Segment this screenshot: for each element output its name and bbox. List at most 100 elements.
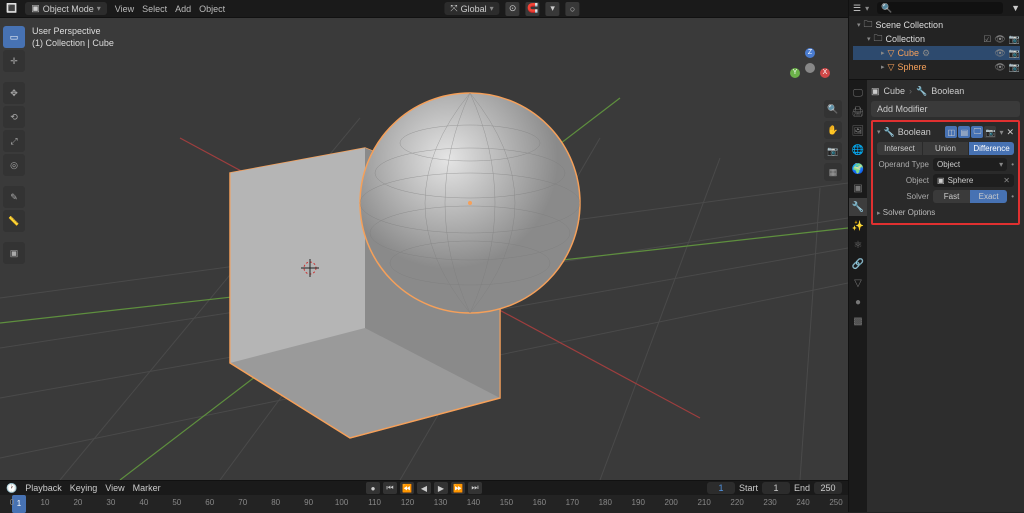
tab-output[interactable]: 🖨 — [849, 103, 867, 121]
tool-move[interactable]: ✥ — [3, 82, 25, 104]
add-modifier-dropdown[interactable]: Add Modifier — [871, 101, 1020, 117]
tab-object[interactable]: ▣ — [849, 179, 867, 197]
disclosure-icon[interactable]: ▾ — [857, 21, 861, 29]
jump-start-icon[interactable]: ⏮ — [383, 482, 397, 494]
tool-scale[interactable]: ⤢ — [3, 130, 25, 152]
editor-type-icon[interactable]: 🔳 — [6, 3, 17, 14]
tool-add-cube[interactable]: ▣ — [3, 242, 25, 264]
gizmo-y-axis[interactable]: Y — [790, 68, 800, 78]
render-icon[interactable]: 📷 — [1009, 34, 1020, 45]
wrench-icon: 🔧 — [884, 127, 895, 138]
modifier-extras-dropdown[interactable]: ▾ — [999, 128, 1003, 137]
clear-icon[interactable]: ✕ — [1003, 176, 1010, 185]
filter-icon[interactable]: ▼ — [1011, 3, 1020, 13]
snap-toggle[interactable]: 🧲 — [526, 2, 540, 16]
play-reverse-icon[interactable]: ◀ — [417, 482, 431, 494]
keyframe-next-icon[interactable]: ⏩ — [451, 482, 465, 494]
timeline-menu-marker[interactable]: Marker — [133, 483, 161, 493]
modifier-show-render[interactable]: 📷 — [984, 126, 996, 138]
modifier-name[interactable]: Boolean — [898, 127, 943, 137]
disclosure-icon[interactable]: ▸ — [881, 49, 885, 57]
op-difference[interactable]: Difference — [969, 142, 1014, 155]
disclosure-icon[interactable]: ▸ — [881, 63, 885, 71]
tool-transform[interactable]: ◎ — [3, 154, 25, 176]
nav-gizmo[interactable]: X Y Z — [788, 46, 832, 90]
disclosure-icon[interactable]: ▾ — [877, 128, 881, 136]
solver-fast[interactable]: Fast — [933, 190, 970, 203]
animate-property-icon[interactable]: • — [1011, 192, 1014, 201]
menu-object[interactable]: Object — [199, 4, 225, 14]
keyframe-prev-icon[interactable]: ⏪ — [400, 482, 414, 494]
op-intersect[interactable]: Intersect — [877, 142, 923, 155]
tab-constraints[interactable]: 🔗 — [849, 255, 867, 273]
operand-type-dropdown[interactable]: Object ▾ — [933, 158, 1007, 171]
play-icon[interactable]: ▶ — [434, 482, 448, 494]
eye-icon[interactable]: 👁 — [994, 62, 1005, 73]
close-icon[interactable]: ✕ — [1006, 127, 1014, 138]
start-frame-field[interactable]: 1 — [762, 482, 790, 494]
outliner-collection[interactable]: ▾ 🗀 Collection ☑👁📷 — [853, 32, 1020, 46]
timeline-ruler[interactable]: 1 01020304050607080901001101201301401501… — [0, 495, 848, 513]
tab-world[interactable]: 🌍 — [849, 160, 867, 178]
modifier-show-editmode[interactable]: ▤ — [958, 126, 970, 138]
mode-dropdown[interactable]: ▣ Object Mode ▾ — [25, 2, 107, 15]
orientation-dropdown[interactable]: ⤧ Global ▾ — [444, 2, 499, 15]
modifier-show-cage[interactable]: ◫ — [945, 126, 957, 138]
menu-view[interactable]: View — [115, 4, 134, 14]
modifier-show-viewport[interactable]: 🖵 — [971, 126, 983, 138]
viewport-3d[interactable]: User Perspective (1) Collection | Cube ▭… — [0, 18, 848, 480]
tab-scene[interactable]: 🌐 — [849, 141, 867, 159]
tab-physics[interactable]: ⚛ — [849, 236, 867, 254]
outliner-search[interactable]: 🔍 — [877, 2, 1003, 14]
pivot-dropdown[interactable]: ⊙ — [506, 2, 520, 16]
zoom-icon[interactable]: 🔍 — [824, 100, 842, 118]
boolean-object-field[interactable]: ▣ Sphere ✕ — [933, 174, 1014, 187]
outliner-scene-collection[interactable]: ▾ 🗀 Scene Collection — [853, 18, 1020, 32]
timeline-menu-keying[interactable]: Keying — [70, 483, 98, 493]
animate-property-icon[interactable]: • — [1011, 160, 1014, 169]
tab-render[interactable]: 🖵 — [849, 84, 867, 102]
gizmo-x-axis[interactable]: X — [820, 68, 830, 78]
tab-texture[interactable]: ▩ — [849, 312, 867, 330]
disclosure-icon[interactable]: ▾ — [867, 35, 871, 43]
menu-select[interactable]: Select — [142, 4, 167, 14]
solver-exact[interactable]: Exact — [970, 190, 1007, 203]
snap-dropdown[interactable]: ▾ — [546, 2, 560, 16]
tab-mesh[interactable]: ▽ — [849, 274, 867, 292]
jump-end-icon[interactable]: ⏭ — [468, 482, 482, 494]
pan-icon[interactable]: ✋ — [824, 121, 842, 139]
outliner-item-sphere[interactable]: ▸ ▽ Sphere 👁📷 — [853, 60, 1020, 74]
timeline-menu-playback[interactable]: Playback — [25, 483, 62, 493]
render-icon[interactable]: 📷 — [1009, 48, 1020, 59]
tool-rotate[interactable]: ⟲ — [3, 106, 25, 128]
op-union[interactable]: Union — [923, 142, 969, 155]
outliner-type-icon[interactable]: ☰ — [853, 3, 861, 14]
tool-annotate[interactable]: ✎ — [3, 186, 25, 208]
tool-measure[interactable]: 📏 — [3, 210, 25, 232]
tab-modifier[interactable]: 🔧 — [849, 198, 867, 216]
menu-add[interactable]: Add — [175, 4, 191, 14]
timeline-menu-view[interactable]: View — [105, 483, 124, 493]
current-frame-field[interactable]: 1 — [707, 482, 735, 494]
proportional-toggle[interactable]: ○ — [566, 2, 580, 16]
tab-viewlayer[interactable]: 🖼 — [849, 122, 867, 140]
tool-cursor[interactable]: ✛ — [3, 50, 25, 72]
outliner-item-cube[interactable]: ▸ ▽ Cube ⚙ 👁📷 — [853, 46, 1020, 60]
chevron-down-icon[interactable]: ▾ — [865, 4, 869, 13]
perspective-icon[interactable]: ▦ — [824, 163, 842, 181]
timeline-type-icon[interactable]: 🕐 — [6, 483, 17, 494]
eye-icon[interactable]: 👁 — [994, 34, 1005, 45]
tab-material[interactable]: ● — [849, 293, 867, 311]
collection-icon: 🗀 — [874, 31, 883, 47]
camera-icon[interactable]: 📷 — [824, 142, 842, 160]
tool-select-box[interactable]: ▭ — [3, 26, 25, 48]
solver-options-disclosure[interactable]: ▸ Solver Options — [877, 206, 1014, 219]
render-icon[interactable]: 📷 — [1009, 62, 1020, 73]
end-frame-field[interactable]: 250 — [814, 482, 842, 494]
gizmo-z-axis[interactable]: Z — [805, 48, 815, 58]
checkbox-icon[interactable]: ☑ — [983, 34, 991, 45]
eye-icon[interactable]: 👁 — [994, 48, 1005, 59]
autokey-toggle[interactable]: ● — [366, 482, 380, 494]
tab-particles[interactable]: ✨ — [849, 217, 867, 235]
viewport-overlay-text: User Perspective (1) Collection | Cube — [32, 26, 114, 49]
